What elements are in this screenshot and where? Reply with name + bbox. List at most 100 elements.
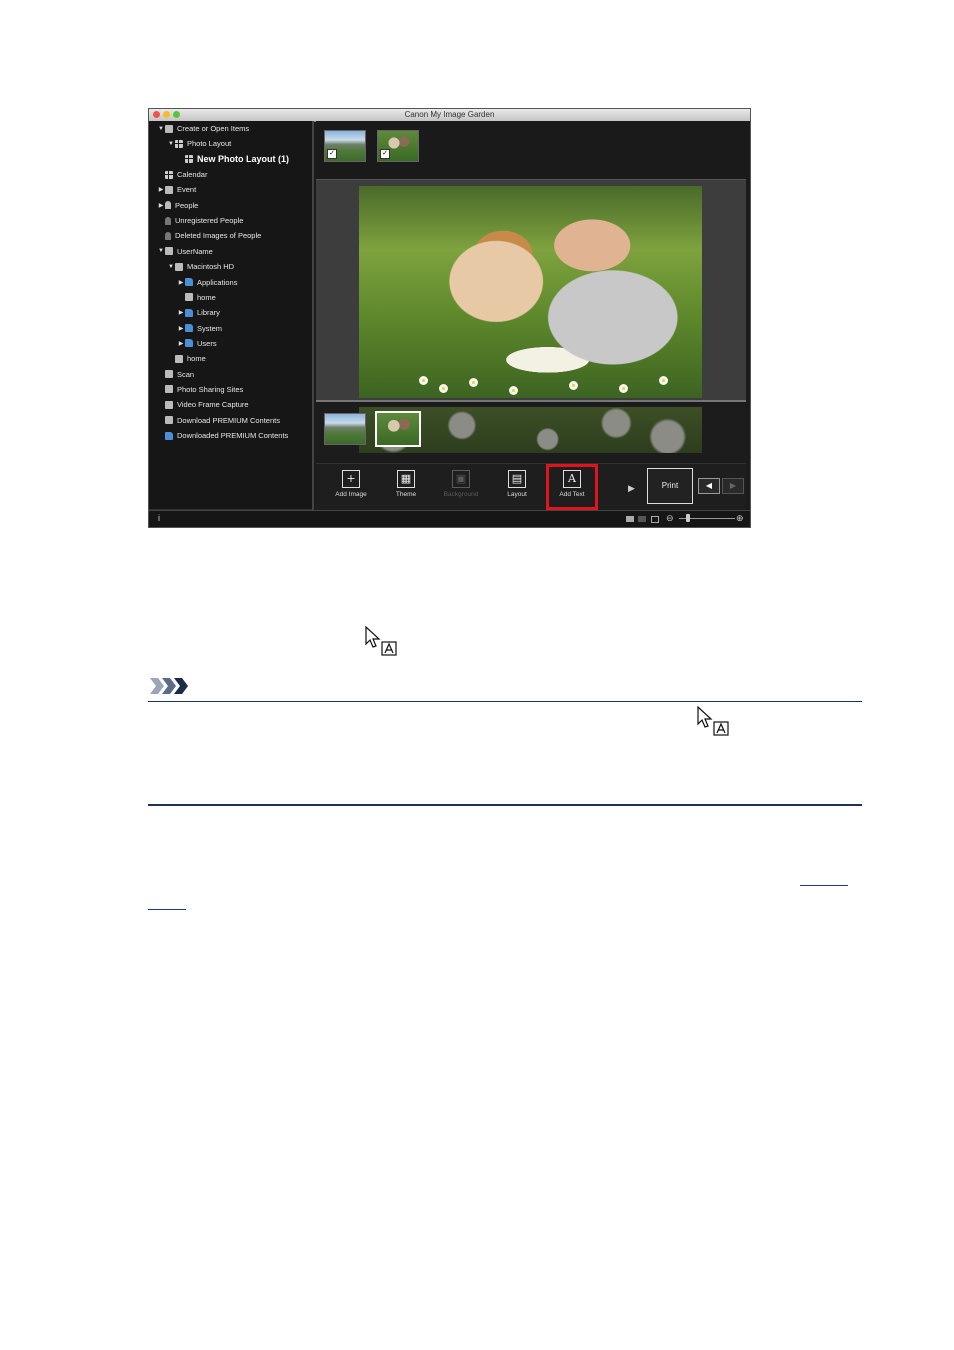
sidebar-item[interactable]: ▶ Applications	[177, 275, 238, 289]
disclosure-triangle-icon[interactable]: ▶	[177, 340, 185, 347]
sidebar-item[interactable]: ▼ Photo Layout	[167, 137, 231, 151]
flower-decor	[419, 376, 428, 385]
computer-icon	[165, 247, 173, 256]
fullscreen-icon[interactable]	[651, 516, 659, 523]
sidebar-item[interactable]: Photo Sharing Sites	[157, 382, 243, 396]
sidebar-item[interactable]: ▼ UserName	[157, 244, 213, 258]
sidebar-item[interactable]: home	[167, 352, 206, 366]
item-thumbnail-family[interactable]: ✓	[377, 130, 419, 162]
sidebar-item-label: Downloaded PREMIUM Contents	[177, 431, 289, 440]
sidebar-item[interactable]: ▶ People	[157, 198, 199, 212]
main-panel: ✓ ✓ + Add Image ▦ Theme ▣ Background ▤ L…	[316, 121, 750, 514]
sidebar-item-label: Users	[197, 338, 217, 348]
view-mode-icon[interactable]	[626, 516, 634, 522]
status-bar: i ⊖ ⊕	[149, 510, 750, 527]
flower-decor	[469, 378, 478, 387]
disclosure-triangle-icon[interactable]: ▶	[157, 202, 165, 209]
item-thumbnail-mountain[interactable]: ✓	[324, 130, 366, 162]
sidebar-item-label: Library	[197, 308, 220, 318]
zoom-slider-handle[interactable]	[686, 514, 690, 522]
page-thumbnail-family-selected[interactable]	[375, 411, 421, 447]
item-thumbnail-strip: ✓ ✓	[316, 121, 750, 177]
flower-decor	[569, 381, 578, 390]
sidebar-item-label: Photo Layout	[187, 139, 232, 149]
sidebar-item[interactable]: ▶ Users	[177, 336, 217, 350]
flower-decor	[439, 384, 448, 393]
more-tools-arrow-icon[interactable]: ▶	[628, 483, 635, 494]
sidebar-item-label: Applications	[197, 277, 238, 287]
theme-label: Theme	[395, 491, 417, 498]
page-thumbnail-mountain[interactable]	[324, 413, 366, 445]
folder-icon	[185, 339, 193, 348]
check-icon[interactable]: ✓	[380, 149, 390, 159]
sidebar-item[interactable]: Download PREMIUM Contents	[157, 413, 280, 427]
sidebar-item-label: Deleted Images of People	[175, 231, 262, 241]
sidebar-item-label: Calendar	[177, 170, 208, 180]
disclosure-triangle-icon[interactable]: ▼	[157, 126, 165, 132]
disclosure-triangle-icon[interactable]: ▶	[177, 309, 185, 316]
sidebar-item[interactable]: Video Frame Capture	[157, 398, 249, 412]
layout-label: Layout	[507, 491, 527, 498]
video-icon	[165, 400, 173, 409]
text-cursor-icon	[365, 626, 397, 656]
layout-icon: ▤	[508, 470, 526, 488]
theme-icon: ▦	[397, 470, 415, 488]
sidebar-item-label: Event	[177, 185, 197, 195]
person-icon	[165, 216, 171, 225]
disclosure-triangle-icon[interactable]: ▶	[157, 186, 165, 193]
folder-icon	[185, 324, 193, 333]
note-marker-icon	[150, 678, 188, 694]
sidebar-item[interactable]: Calendar	[157, 168, 207, 182]
zoom-out-icon[interactable]: ⊖	[666, 513, 674, 523]
sidebar-item[interactable]: ▶ System	[177, 321, 222, 335]
zoom-in-icon[interactable]: ⊕	[736, 513, 744, 523]
folder-icon	[185, 278, 193, 286]
add-image-label: Add Image	[335, 491, 367, 498]
previous-page-button[interactable]: ◀	[698, 478, 720, 494]
sidebar-item[interactable]: ▶ Event	[157, 183, 197, 197]
sidebar-item[interactable]: ▶ Library	[177, 306, 220, 320]
note-bottom-rule	[148, 804, 862, 806]
link-underline[interactable]	[148, 909, 186, 910]
disclosure-triangle-icon[interactable]: ▶	[177, 279, 185, 286]
sidebar-item[interactable]: ▼ Macintosh HD	[167, 260, 234, 274]
disclosure-triangle-icon[interactable]: ▼	[167, 264, 175, 270]
folder-icon	[185, 308, 193, 317]
link-underline[interactable]	[800, 885, 848, 886]
sidebar-item-label: Video Frame Capture	[177, 400, 249, 410]
sidebar-item-label: home	[187, 354, 206, 364]
layout-photo[interactable]	[359, 186, 702, 398]
flower-decor	[619, 384, 628, 393]
next-page-button[interactable]: ▶	[722, 478, 744, 494]
sidebar-item[interactable]: Unregistered People	[157, 214, 243, 228]
sidebar-item[interactable]: Downloaded PREMIUM Contents	[157, 429, 288, 443]
info-icon[interactable]: i	[158, 513, 160, 523]
home-drive-icon	[185, 293, 193, 302]
sidebar-item[interactable]: ▼ Create or Open Items	[157, 122, 249, 136]
disclosure-triangle-icon[interactable]: ▶	[177, 325, 185, 332]
layout-grid-icon	[185, 155, 193, 164]
hard-drive-icon	[175, 262, 183, 271]
add-text-highlight-frame	[546, 464, 598, 510]
home-drive-icon	[175, 354, 183, 363]
background-label: Background	[443, 491, 479, 498]
theme-button[interactable]: ▦ Theme	[381, 468, 431, 508]
background-button[interactable]: ▣ Background	[436, 468, 486, 508]
add-image-button[interactable]: + Add Image	[326, 468, 376, 508]
disclosure-triangle-icon[interactable]: ▼	[157, 248, 165, 254]
disclosure-triangle-icon[interactable]: ▼	[167, 141, 175, 147]
print-button[interactable]: Print	[647, 468, 693, 504]
sidebar-item-label: System	[197, 323, 223, 333]
sidebar-item-label: Create or Open Items	[177, 124, 250, 133]
create-icon	[165, 124, 173, 133]
sidebar-item[interactable]: Deleted Images of People	[157, 229, 261, 243]
view-mode-alt-icon[interactable]	[638, 516, 646, 522]
sidebar-item-label: home	[197, 292, 216, 302]
layout-button[interactable]: ▤ Layout	[492, 468, 542, 508]
sidebar-item[interactable]: home	[177, 290, 216, 304]
check-icon[interactable]: ✓	[327, 149, 337, 159]
sidebar-item[interactable]: New Photo Layout (1)	[177, 152, 289, 166]
download-icon	[165, 416, 173, 425]
text-cursor-icon	[697, 706, 729, 736]
sidebar-item[interactable]: Scan	[157, 367, 194, 381]
